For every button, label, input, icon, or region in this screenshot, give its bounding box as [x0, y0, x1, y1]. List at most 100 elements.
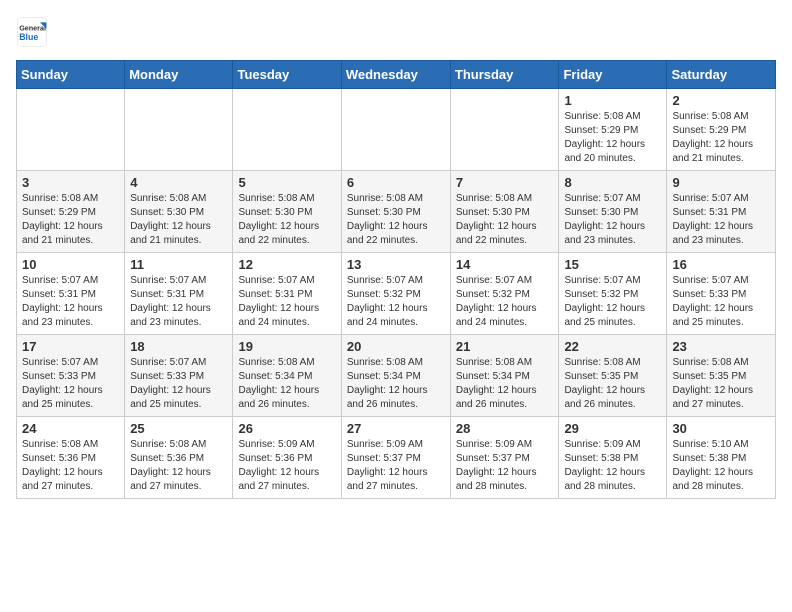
page-header: General Blue: [16, 16, 776, 48]
day-info: Sunrise: 5:08 AM Sunset: 5:35 PM Dayligh…: [672, 356, 770, 412]
calendar-cell: 10Sunrise: 5:07 AM Sunset: 5:31 PM Dayli…: [17, 253, 125, 335]
day-info: Sunrise: 5:08 AM Sunset: 5:29 PM Dayligh…: [564, 110, 661, 166]
day-number: 27: [347, 421, 445, 436]
day-info: Sunrise: 5:07 AM Sunset: 5:32 PM Dayligh…: [347, 274, 445, 330]
day-number: 4: [130, 175, 227, 190]
calendar-cell: 8 Sunrise: 5:07 AM Sunset: 5:30 PM Daylig…: [559, 171, 667, 253]
day-number: 14: [456, 257, 554, 272]
day-info: Sunrise: 5:08 AM Sunset: 5:36 PM Dayligh…: [22, 438, 119, 494]
weekday-header-monday: Monday: [125, 61, 233, 89]
weekday-header-friday: Friday: [559, 61, 667, 89]
day-info: Sunrise: 5:07 AM Sunset: 5:31 PM Dayligh…: [238, 274, 335, 330]
calendar-cell: 9Sunrise: 5:07 AM Sunset: 5:31 PM Daylig…: [667, 171, 776, 253]
calendar-week-1: 1 Sunrise: 5:08 AM Sunset: 5:29 PM Daylig…: [17, 89, 776, 171]
weekday-header-wednesday: Wednesday: [341, 61, 450, 89]
day-number: 6: [347, 175, 445, 190]
day-info: Sunrise: 5:08 AM Sunset: 5:34 PM Dayligh…: [456, 356, 554, 412]
day-info: Sunrise: 5:07 AM Sunset: 5:32 PM Dayligh…: [564, 274, 661, 330]
calendar-cell: 18 Sunrise: 5:07 AM Sunset: 5:33 PM Dayli…: [125, 335, 233, 417]
calendar-cell: 29Sunrise: 5:09 AM Sunset: 5:38 PM Dayli…: [559, 417, 667, 499]
day-number: 7: [456, 175, 554, 190]
calendar-week-2: 3 Sunrise: 5:08 AM Sunset: 5:29 PM Daylig…: [17, 171, 776, 253]
weekday-header-tuesday: Tuesday: [233, 61, 341, 89]
day-info: Sunrise: 5:09 AM Sunset: 5:37 PM Dayligh…: [456, 438, 554, 494]
day-number: 22: [564, 339, 661, 354]
day-number: 8: [564, 175, 661, 190]
calendar-cell: 3 Sunrise: 5:08 AM Sunset: 5:29 PM Daylig…: [17, 171, 125, 253]
day-number: 19: [238, 339, 335, 354]
day-info: Sunrise: 5:08 AM Sunset: 5:29 PM Dayligh…: [672, 110, 770, 166]
calendar-cell: 24 Sunrise: 5:08 AM Sunset: 5:36 PM Dayli…: [17, 417, 125, 499]
calendar-cell: [17, 89, 125, 171]
day-info: Sunrise: 5:07 AM Sunset: 5:33 PM Dayligh…: [672, 274, 770, 330]
day-number: 1: [564, 93, 661, 108]
day-number: 28: [456, 421, 554, 436]
day-number: 12: [238, 257, 335, 272]
calendar-cell: 14 Sunrise: 5:07 AM Sunset: 5:32 PM Dayli…: [450, 253, 559, 335]
day-number: 2: [672, 93, 770, 108]
day-number: 23: [672, 339, 770, 354]
day-number: 18: [130, 339, 227, 354]
day-info: Sunrise: 5:07 AM Sunset: 5:32 PM Dayligh…: [456, 274, 554, 330]
day-info: Sunrise: 5:08 AM Sunset: 5:30 PM Dayligh…: [347, 192, 445, 248]
day-info: Sunrise: 5:07 AM Sunset: 5:30 PM Dayligh…: [564, 192, 661, 248]
day-info: Sunrise: 5:08 AM Sunset: 5:30 PM Dayligh…: [238, 192, 335, 248]
calendar-cell: [125, 89, 233, 171]
calendar-table: SundayMondayTuesdayWednesdayThursdayFrid…: [16, 60, 776, 499]
day-number: 11: [130, 257, 227, 272]
calendar-cell: 19 Sunrise: 5:08 AM Sunset: 5:34 PM Dayli…: [233, 335, 341, 417]
day-number: 3: [22, 175, 119, 190]
day-info: Sunrise: 5:08 AM Sunset: 5:30 PM Dayligh…: [130, 192, 227, 248]
calendar-cell: 7 Sunrise: 5:08 AM Sunset: 5:30 PM Daylig…: [450, 171, 559, 253]
day-number: 30: [672, 421, 770, 436]
day-info: Sunrise: 5:10 AM Sunset: 5:38 PM Dayligh…: [672, 438, 770, 494]
calendar-cell: 16 Sunrise: 5:07 AM Sunset: 5:33 PM Dayli…: [667, 253, 776, 335]
calendar-cell: 2 Sunrise: 5:08 AM Sunset: 5:29 PM Daylig…: [667, 89, 776, 171]
svg-text:Blue: Blue: [19, 32, 38, 42]
day-number: 10: [22, 257, 119, 272]
calendar-cell: [233, 89, 341, 171]
day-number: 16: [672, 257, 770, 272]
calendar-cell: 26Sunrise: 5:09 AM Sunset: 5:36 PM Dayli…: [233, 417, 341, 499]
weekday-header-thursday: Thursday: [450, 61, 559, 89]
day-info: Sunrise: 5:08 AM Sunset: 5:34 PM Dayligh…: [238, 356, 335, 412]
calendar-cell: 30 Sunrise: 5:10 AM Sunset: 5:38 PM Dayli…: [667, 417, 776, 499]
day-number: 24: [22, 421, 119, 436]
day-number: 17: [22, 339, 119, 354]
logo: General Blue: [16, 16, 48, 48]
calendar-cell: 12 Sunrise: 5:07 AM Sunset: 5:31 PM Dayli…: [233, 253, 341, 335]
calendar-cell: 23 Sunrise: 5:08 AM Sunset: 5:35 PM Dayli…: [667, 335, 776, 417]
day-info: Sunrise: 5:08 AM Sunset: 5:30 PM Dayligh…: [456, 192, 554, 248]
calendar-cell: 15 Sunrise: 5:07 AM Sunset: 5:32 PM Dayli…: [559, 253, 667, 335]
calendar-cell: 6 Sunrise: 5:08 AM Sunset: 5:30 PM Daylig…: [341, 171, 450, 253]
day-number: 29: [564, 421, 661, 436]
calendar-cell: 28 Sunrise: 5:09 AM Sunset: 5:37 PM Dayli…: [450, 417, 559, 499]
day-number: 26: [238, 421, 335, 436]
day-info: Sunrise: 5:07 AM Sunset: 5:33 PM Dayligh…: [130, 356, 227, 412]
day-number: 13: [347, 257, 445, 272]
day-info: Sunrise: 5:08 AM Sunset: 5:34 PM Dayligh…: [347, 356, 445, 412]
day-number: 5: [238, 175, 335, 190]
calendar-cell: 20 Sunrise: 5:08 AM Sunset: 5:34 PM Dayli…: [341, 335, 450, 417]
weekday-header-sunday: Sunday: [17, 61, 125, 89]
calendar-cell: 11 Sunrise: 5:07 AM Sunset: 5:31 PM Dayli…: [125, 253, 233, 335]
calendar-cell: 21Sunrise: 5:08 AM Sunset: 5:34 PM Dayli…: [450, 335, 559, 417]
day-info: Sunrise: 5:07 AM Sunset: 5:33 PM Dayligh…: [22, 356, 119, 412]
calendar-cell: 5 Sunrise: 5:08 AM Sunset: 5:30 PM Daylig…: [233, 171, 341, 253]
calendar-cell: 4 Sunrise: 5:08 AM Sunset: 5:30 PM Daylig…: [125, 171, 233, 253]
logo-icon: General Blue: [16, 16, 48, 48]
calendar-week-5: 24 Sunrise: 5:08 AM Sunset: 5:36 PM Dayli…: [17, 417, 776, 499]
weekday-header-row: SundayMondayTuesdayWednesdayThursdayFrid…: [17, 61, 776, 89]
calendar-cell: 22 Sunrise: 5:08 AM Sunset: 5:35 PM Dayli…: [559, 335, 667, 417]
day-info: Sunrise: 5:08 AM Sunset: 5:29 PM Dayligh…: [22, 192, 119, 248]
day-number: 9: [672, 175, 770, 190]
day-info: Sunrise: 5:08 AM Sunset: 5:36 PM Dayligh…: [130, 438, 227, 494]
day-number: 15: [564, 257, 661, 272]
calendar-cell: [450, 89, 559, 171]
day-info: Sunrise: 5:07 AM Sunset: 5:31 PM Dayligh…: [130, 274, 227, 330]
calendar-week-3: 10 Sunrise: 5:07 AM Sunset: 5:31 PM Dayli…: [17, 253, 776, 335]
day-number: 20: [347, 339, 445, 354]
calendar-cell: 25 Sunrise: 5:08 AM Sunset: 5:36 PM Dayli…: [125, 417, 233, 499]
day-info: Sunrise: 5:08 AM Sunset: 5:35 PM Dayligh…: [564, 356, 661, 412]
day-number: 25: [130, 421, 227, 436]
